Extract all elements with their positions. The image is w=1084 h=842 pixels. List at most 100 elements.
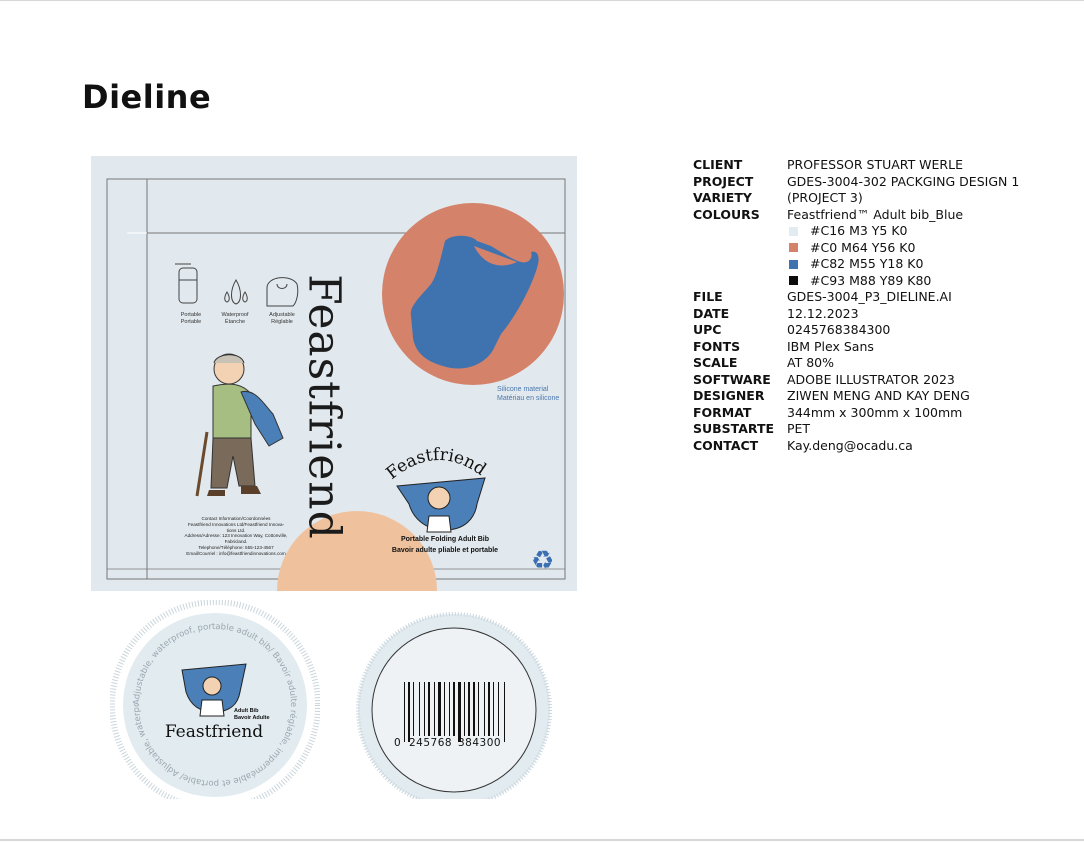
barcode-bar [464,682,465,736]
spec-key: SCALE [693,355,738,370]
colour-row: #C82 M55 Y18 K0 [693,256,1073,273]
spec-key: CLIENT [693,157,743,172]
silicone-note: Silicone material Matériau en silicone [497,386,560,402]
spec-value: 344mm x 300mm x 100mm [787,404,963,420]
adjustable-icon [266,277,299,307]
product-name: Portable Folding Adult Bib Bavoir adulte… [375,534,515,556]
adjustable-label: Adjustable Réglable [269,312,295,325]
product-name-fr: Bavoir adulte pliable et portable [391,547,499,554]
barcode-bar [424,682,425,736]
spec-scale: SCALE AT 80% [693,355,1073,372]
spec-designer: DESIGNER ZIWEN MENG AND KAY DENG [693,388,1073,405]
spec-value: GDES-3004-302 PACKGING DESIGN 1 [787,173,1020,189]
barcode-right-digits: 384300 [458,737,502,749]
spec-value: ZIWEN MENG AND KAY DENG [787,388,970,403]
colour-row: #C93 M88 Y89 K80 [693,273,1073,290]
barcode-bar [428,682,430,736]
colour-label: #C93 M88 Y89 K80 [810,272,932,288]
waterproof-icon [224,279,248,305]
waterproof-label: Waterproof Étanche [221,312,249,325]
badge-brand-text: Feastfriend [382,445,489,484]
spec-value: 12.12.2023 [787,305,859,321]
spec-key: FONTS [693,338,741,354]
colour-label: #C16 M3 Y5 K0 [810,223,908,238]
spec-value: Kay.deng@ocadu.ca [787,437,913,453]
spec-variety: VARIETY (PROJECT 3) [693,190,1073,207]
spec-value: Feastfriend™ Adult bib_Blue [787,206,964,222]
badge-illustration [396,477,486,533]
lid-artwork: Adjustable, waterproof, portable adult b… [110,600,320,799]
spec-key: PROJECT [693,173,754,189]
spec-fonts: FONTS IBM Plex Sans [693,339,1073,356]
spec-contact: CONTACT Kay.deng@ocadu.ca [693,438,1073,455]
spec-key: DATE [693,305,730,321]
barcode-bar [404,682,405,742]
spec-date: DATE 12.12.2023 [693,306,1073,323]
colour-swatch [789,243,798,253]
spec-key: FORMAT [693,404,752,420]
spec-key: COLOURS [693,206,760,222]
lid-circle: Adjustable, waterproof, portable adult b… [110,600,320,800]
portable-icon [175,263,198,304]
contact-block: Contact Information/Coordonnées Feastfri… [184,516,288,556]
dieline-panel: Feastfriend Portable Portable Waterproof… [91,156,577,591]
barcode-bar [484,682,485,736]
barcode-bar [449,682,450,736]
badge-brand-arc: Feastfriend [382,445,489,484]
spec-value: IBM Plex Sans [787,338,874,354]
barcode-bar [408,682,410,742]
grandpa-illustration [195,353,284,497]
spec-project: PROJECT GDES-3004-302 PACKGING DESIGN 1 [693,174,1073,191]
colour-row: #C16 M3 Y5 K0 [693,223,1073,240]
spec-file: FILE GDES-3004_P3_DIELINE.AI [693,289,1073,306]
spec-key: FILE [693,289,723,304]
colour-label: #C0 M64 Y56 K0 [810,239,916,255]
spec-value: (PROJECT 3) [787,190,863,205]
barcode-bar [438,682,441,736]
spec-key: SOFTWARE [693,371,771,387]
colour-row: #C0 M64 Y56 K0 [693,240,1073,257]
barcode-bar [473,682,475,736]
spec-key: CONTACT [693,437,759,453]
portable-label: Portable Portable [180,312,202,325]
barcode-bar [493,682,494,736]
barcode-bar [488,682,490,736]
page-title: Dieline [82,78,212,116]
spec-key: SUBSTARTE [693,421,775,436]
barcode-bar [413,682,414,736]
spec-key: UPC [693,322,722,337]
top-divider [0,0,1084,1]
product-name-en: Portable Folding Adult Bib [400,536,489,543]
spec-value: ADOBE ILLUSTRATOR 2023 [787,371,955,387]
barcode-artwork [356,612,552,799]
barcode-bar [444,682,445,736]
barcode-bar [434,682,435,736]
spec-key: VARIETY [693,190,752,205]
spec-colours: COLOURS Feastfriend™ Adult bib_Blue [693,207,1073,224]
barcode-first-digit: 0 [394,737,402,749]
colour-label: #C82 M55 Y18 K0 [810,256,924,271]
barcode-bars [404,682,505,742]
barcode-circle: 0 245768 384300 [356,612,552,800]
barcode-bar [458,682,461,742]
lid-brand: Feastfriend [164,722,264,742]
barcode-bar [453,682,455,736]
colour-swatch [789,276,798,286]
bottom-divider [0,839,1084,841]
recycle-icon: ♻ [531,545,555,575]
spec-client: CLIENT PROFESSOR STUART WERLE [693,157,1073,174]
barcode-bar [478,682,479,736]
spec-format: FORMAT 344mm x 300mm x 100mm [693,405,1073,422]
barcode-left-digits: 245768 [409,737,453,749]
barcode-bar [498,682,499,736]
barcode-bar [504,682,505,742]
spec-value: 0245768384300 [787,322,891,337]
spec-software: SOFTWARE ADOBE ILLUSTRATOR 2023 [693,372,1073,389]
colour-swatch [789,259,798,269]
spec-value: AT 80% [787,355,834,370]
spec-list: CLIENT PROFESSOR STUART WERLE PROJECT GDES… [693,157,1073,454]
spec-key: DESIGNER [693,388,765,403]
barcode-bar [468,682,470,736]
spec-value: PET [787,421,811,436]
spec-substrate: SUBSTARTE PET [693,421,1073,438]
